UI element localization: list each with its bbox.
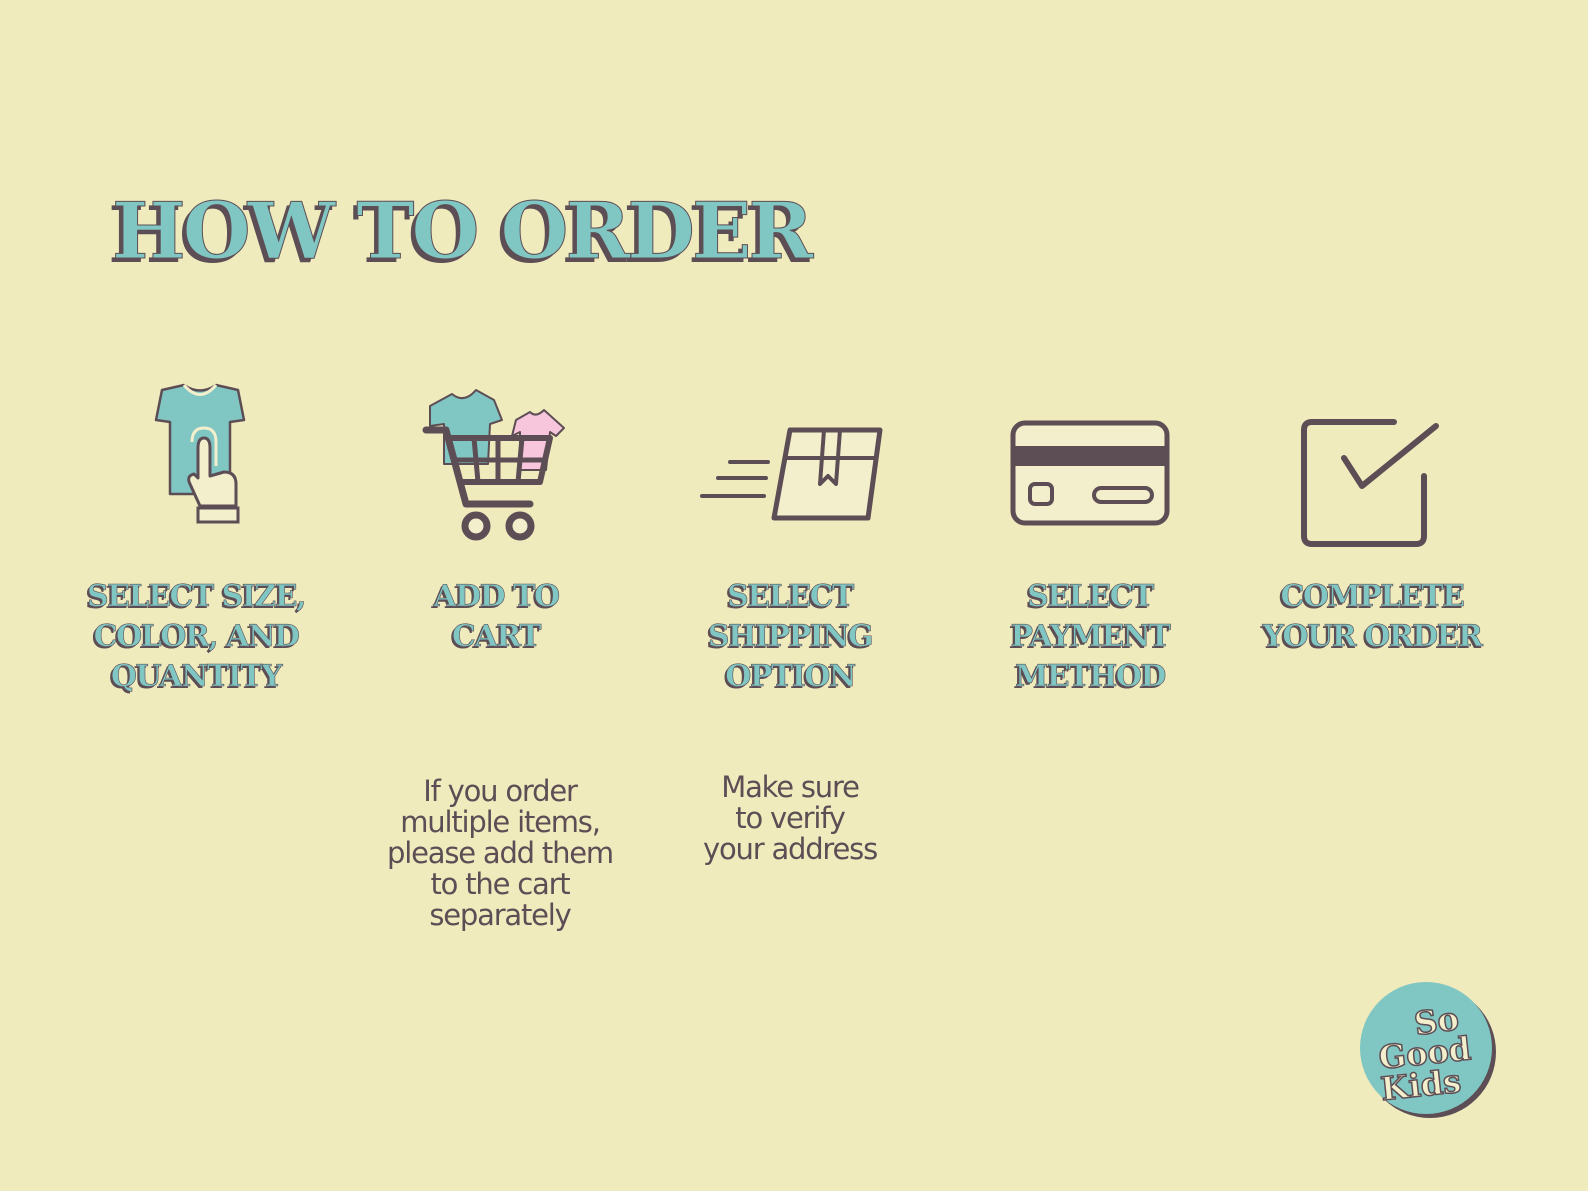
tshirt-tap-icon <box>154 383 246 524</box>
credit-card-icon <box>1010 420 1170 526</box>
shipping-box-icon <box>700 427 883 521</box>
step-label-select-size: SELECT SIZE, COLOR, AND QUANTITY <box>86 579 307 695</box>
step-label-select-shipping: SELECT SHIPPING OPTION <box>707 579 874 695</box>
so-good-kids-logo: So Good Kids <box>1360 982 1496 1118</box>
step-label-select-payment: SELECT PAYMENT METHOD <box>1010 579 1171 695</box>
page-title: HOW TO ORDER <box>111 186 813 278</box>
checkbox-icon <box>1301 419 1439 547</box>
shopping-cart-icon <box>422 389 565 541</box>
step-label-add-to-cart: ADD TO CART <box>433 579 560 655</box>
note-verify-address: Make sure to verify your address <box>703 770 878 866</box>
step-label-complete-order: COMPLETE YOUR ORDER <box>1262 579 1483 655</box>
note-cart-multiple-items: If you order multiple items, please add … <box>387 774 614 932</box>
